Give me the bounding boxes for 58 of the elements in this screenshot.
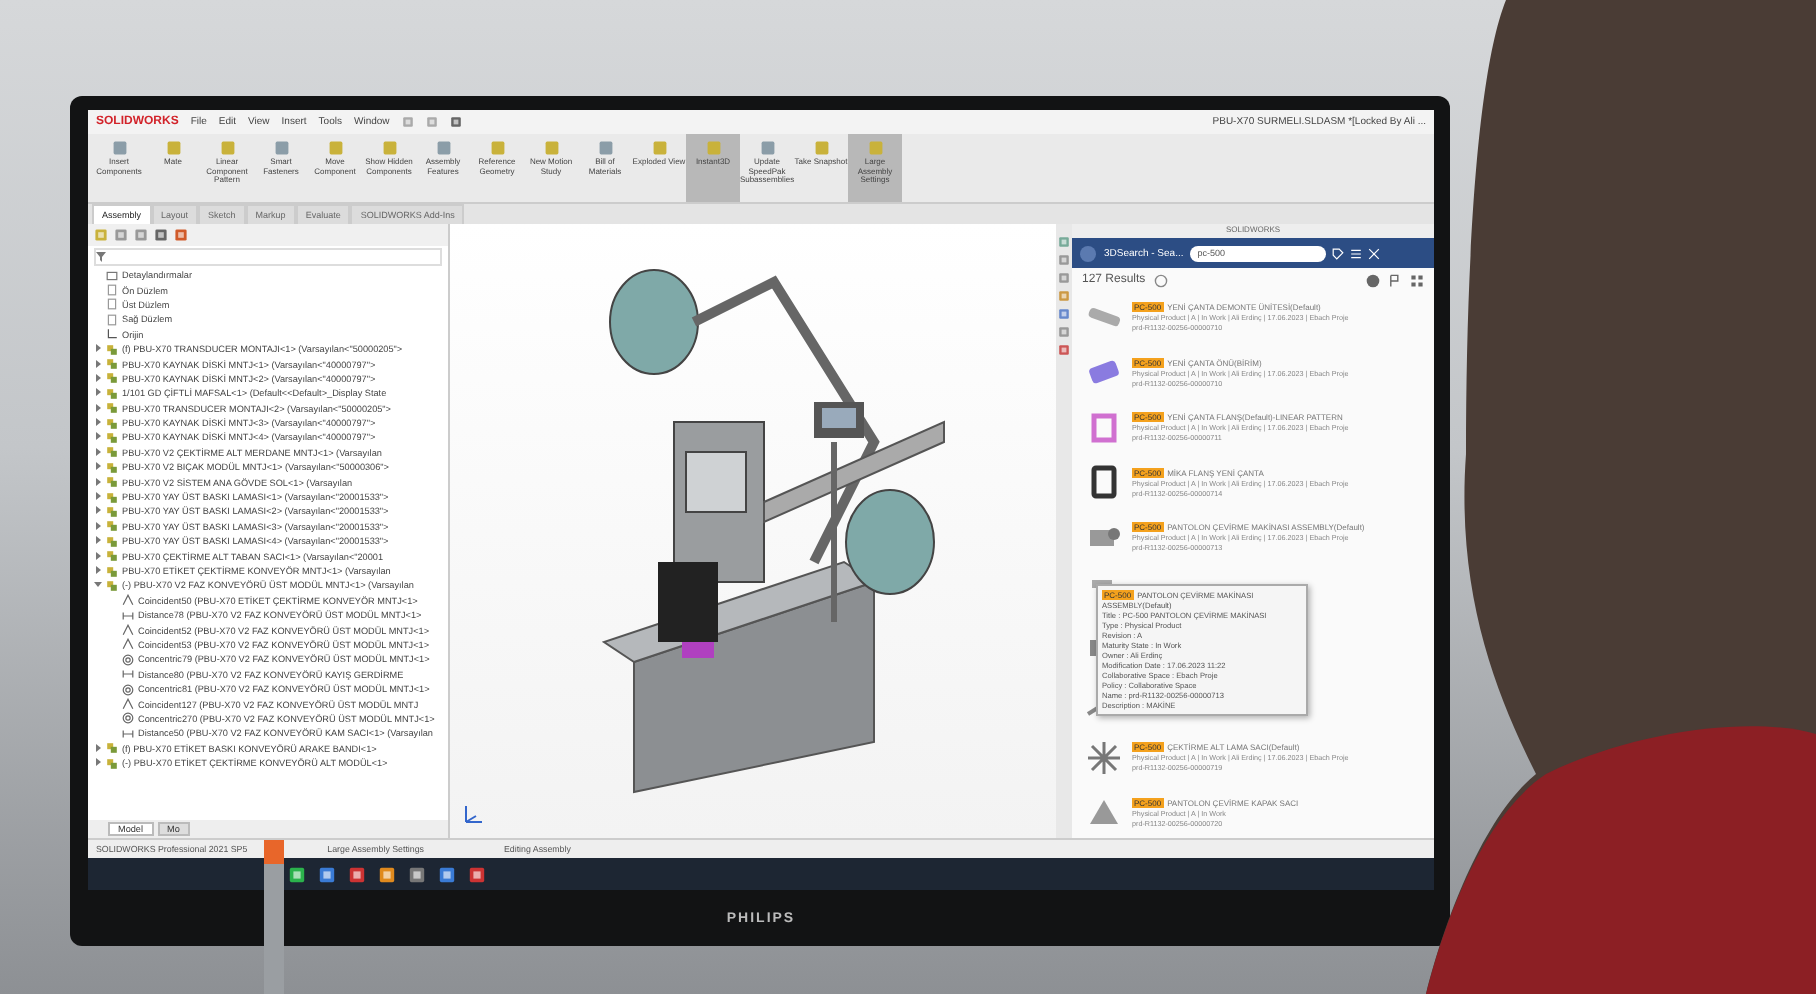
tool-icon	[867, 140, 883, 156]
filter-field[interactable]	[94, 248, 442, 266]
tool-icon	[273, 140, 289, 156]
distance-mate-icon	[122, 609, 134, 622]
coincident-mate-icon	[122, 698, 134, 711]
close-icon[interactable]	[1367, 247, 1380, 259]
expand-caret-icon[interactable]	[94, 551, 102, 562]
concentric-mate-icon	[122, 683, 134, 696]
tool-icon	[813, 140, 829, 156]
expand-caret-icon[interactable]	[94, 506, 102, 517]
expand-caret-icon[interactable]	[94, 462, 102, 473]
task-pane-icon[interactable]	[1058, 344, 1070, 356]
distance-mate-icon	[122, 727, 134, 740]
expand-caret-icon[interactable]	[94, 566, 102, 576]
origin-icon	[106, 328, 118, 341]
expand-caret-icon[interactable]	[94, 743, 102, 754]
concentric-mate-icon	[122, 653, 134, 666]
tool-icon	[705, 140, 721, 156]
expand-caret-icon[interactable]	[94, 418, 102, 429]
tool-icon	[111, 140, 127, 156]
tool-icon	[219, 140, 235, 156]
folder-icon	[106, 269, 118, 282]
expand-caret-icon[interactable]	[94, 536, 102, 547]
task-pane-icon[interactable]	[1058, 272, 1070, 284]
tag-icon[interactable]	[1331, 247, 1344, 259]
expand-caret-icon[interactable]	[94, 432, 102, 443]
expand-caret-icon[interactable]	[94, 388, 102, 399]
axis-triad-icon	[462, 802, 486, 826]
expand-caret-icon[interactable]	[94, 492, 102, 503]
task-pane-icon[interactable]	[1058, 326, 1070, 338]
expand-caret-icon[interactable]	[94, 477, 102, 488]
expand-caret-icon[interactable]	[94, 344, 102, 355]
task-pane-icon[interactable]	[1058, 254, 1070, 266]
tool-icon	[489, 140, 505, 156]
tool-icon	[759, 140, 775, 156]
expand-caret-icon[interactable]	[94, 758, 102, 769]
tool-icon	[435, 140, 451, 156]
star-bracket-icon	[1084, 737, 1124, 778]
expand-caret-icon[interactable]	[94, 359, 102, 370]
history-icon[interactable]	[1153, 273, 1168, 287]
tool-icon	[165, 140, 181, 156]
distance-mate-icon	[122, 668, 134, 681]
task-pane-icon[interactable]	[1058, 308, 1070, 320]
menu-icon[interactable]	[1349, 247, 1362, 259]
tool-icon	[597, 140, 613, 156]
expand-caret-icon[interactable]	[94, 580, 102, 591]
tool-icon	[651, 140, 667, 156]
tool-icon	[543, 140, 559, 156]
expand-caret-icon[interactable]	[94, 403, 102, 414]
tool-icon	[381, 140, 397, 156]
expand-caret-icon[interactable]	[94, 373, 102, 384]
expand-caret-icon[interactable]	[94, 521, 102, 532]
concentric-mate-icon	[122, 712, 134, 725]
grid-view-icon[interactable]	[1410, 273, 1424, 287]
tool-icon	[327, 140, 343, 156]
filter-icon	[96, 252, 106, 262]
expand-caret-icon[interactable]	[94, 447, 102, 458]
coincident-mate-icon	[122, 594, 134, 607]
